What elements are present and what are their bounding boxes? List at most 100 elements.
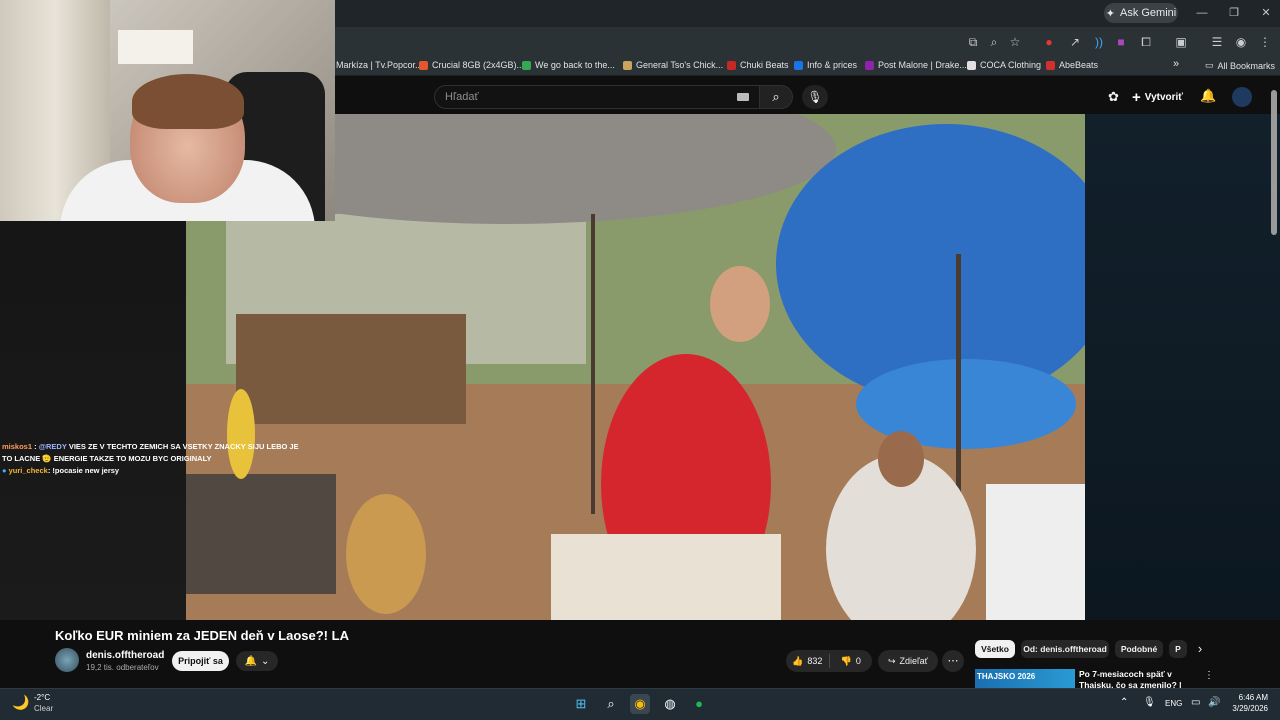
notifications-bell-icon[interactable]: 🔔 — [1200, 88, 1216, 104]
plus-icon: + — [1132, 88, 1141, 106]
page-scrollbar[interactable] — [1271, 90, 1277, 235]
join-button[interactable]: Pripojiť sa — [172, 651, 229, 671]
volume-icon[interactable]: 🔊 — [1208, 697, 1220, 708]
chip-from-channel[interactable]: Od: denis.offtheroad — [1021, 640, 1109, 658]
extension-purple-icon[interactable]: ■ — [1112, 34, 1130, 50]
dislike-button[interactable]: 👎 0 — [830, 656, 873, 667]
thumbs-down-icon: 👎 — [840, 655, 852, 666]
stream-chat-overlay: miskos1 : @REDY VIES ZE V TECHTO ZEMICH … — [2, 441, 302, 477]
bookmark-item[interactable]: We go back to the... — [522, 60, 615, 70]
obs-icon[interactable]: ◍ — [660, 694, 680, 714]
gemini-sparkle-icon: ✦ — [1105, 7, 1115, 20]
bookmark-item[interactable]: COCA Clothing — [967, 60, 1041, 70]
extension-arrow-icon[interactable]: ↗ — [1066, 34, 1084, 50]
account-avatar[interactable] — [1232, 87, 1252, 107]
chat-mention: @REDY — [38, 442, 67, 451]
windows-start-icon[interactable]: ⊞ — [571, 694, 591, 714]
bell-icon: 🔔 — [244, 655, 258, 667]
media-controls-icon[interactable]: ☰ — [1208, 34, 1226, 50]
input-language[interactable]: ENG — [1165, 699, 1182, 708]
bookmark-favicon-icon — [1046, 60, 1055, 70]
channel-avatar[interactable] — [55, 648, 79, 672]
subscriber-count: 19,2 tis. odberateľov — [86, 663, 159, 672]
restore-icon[interactable]: ❐ — [1224, 5, 1244, 21]
chevron-down-icon: ⌄ — [261, 655, 270, 667]
create-button[interactable]: + Vytvoriť — [1132, 87, 1183, 107]
bookmark-favicon-icon — [865, 60, 874, 70]
side-panel-icon[interactable]: ▣ — [1172, 34, 1190, 50]
all-bookmarks-button[interactable]: ▭ All Bookmarks — [1205, 60, 1275, 71]
share-button[interactable]: ↪ Zdieľať — [878, 650, 938, 672]
right-panel-background — [1085, 114, 1280, 620]
microphone-icon: 🎙 — [807, 90, 823, 104]
channel-name[interactable]: denis.offtheroad — [86, 650, 164, 661]
ask-gemini-button[interactable]: ✦ Ask Gemini — [1104, 3, 1178, 23]
bookmark-item[interactable]: Chuki Beats — [727, 60, 789, 70]
chat-text: : !pocasie new jersy — [47, 466, 120, 475]
zoom-icon[interactable]: ⌕ — [985, 34, 1003, 50]
bookmark-favicon-icon — [727, 60, 736, 70]
bookmark-star-icon[interactable]: ☆ — [1006, 34, 1024, 50]
moon-weather-icon[interactable]: 🌙 — [12, 694, 29, 711]
chat-username: miskos1 — [2, 442, 33, 451]
like-button[interactable]: 👍 832 — [786, 656, 829, 667]
webcam-overlay — [0, 0, 335, 221]
folder-icon: ▭ — [1205, 60, 1214, 70]
spotify-icon[interactable]: ● — [689, 694, 709, 714]
chip-partial[interactable]: P — [1169, 640, 1187, 658]
search-button[interactable]: ⌕ — [759, 85, 793, 109]
extensions-puzzle-icon[interactable]: ⧠ — [1137, 34, 1155, 50]
share-arrow-icon: ↪ — [887, 655, 896, 666]
taskbar-search-icon[interactable]: ⌕ — [601, 694, 621, 714]
cast-icon[interactable]: ⧉ — [964, 34, 982, 50]
weather-description[interactable]: Clear — [34, 704, 53, 713]
recommended-video-title[interactable]: Po 7-mesiacoch späť v Thajsku, čo sa zme… — [1079, 669, 1204, 688]
chip-related[interactable]: Podobné — [1115, 640, 1163, 658]
bookmark-favicon-icon — [967, 60, 976, 70]
browser-menu-icon[interactable]: ⋮ — [1256, 34, 1274, 50]
bookmark-item[interactable]: Markíza | Tv.Popcor... — [336, 60, 423, 70]
more-dots-icon: ⋯ — [947, 655, 959, 667]
thumbs-up-icon: 👍 — [792, 655, 804, 666]
video-title: Koľko EUR miniem za JEDEN deň v Laose?! … — [55, 628, 349, 643]
webcam-person-hair — [132, 74, 244, 129]
search-input[interactable]: Hľadať — [434, 85, 760, 109]
webcam-shelf — [118, 30, 193, 64]
voice-search-button[interactable]: 🎙 — [802, 85, 828, 109]
minimize-icon[interactable]: — — [1192, 5, 1212, 21]
weather-temperature[interactable]: -2°C — [34, 693, 50, 702]
chat-message: miskos1 : @REDY VIES ZE V TECHTO ZEMICH … — [2, 442, 299, 463]
chat-message: ● yuri_check: !pocasie new jersy — [2, 465, 302, 477]
chevron-right-icon[interactable]: › — [1190, 640, 1210, 658]
keyboard-icon[interactable] — [737, 93, 749, 101]
profile-avatar-icon[interactable]: ◉ — [1232, 34, 1250, 50]
bookmark-favicon-icon — [623, 60, 632, 70]
more-vert-icon[interactable]: ⋮ — [1204, 670, 1214, 681]
bookmark-item[interactable]: General Tso's Chick... — [623, 60, 723, 70]
microphone-tray-icon[interactable]: 🎙 — [1143, 697, 1156, 708]
extension-wave-icon[interactable]: )) — [1090, 34, 1108, 50]
bookmark-item[interactable]: Info & prices — [794, 60, 857, 70]
clock-time[interactable]: 6:46 AM — [1222, 693, 1268, 702]
search-icon: ⌕ — [772, 89, 780, 104]
bookmarks-overflow-button[interactable]: » — [1173, 58, 1179, 70]
network-icon[interactable]: ▭ — [1191, 697, 1200, 708]
subscription-bell-button[interactable]: 🔔 ⌄ — [236, 651, 278, 671]
bookmark-item[interactable]: Crucial 8GB (2x4GB)... — [419, 60, 524, 70]
chrome-icon[interactable]: ◉ — [630, 694, 650, 714]
close-icon[interactable]: ✕ — [1256, 5, 1276, 21]
cast-icon[interactable]: ✿ — [1108, 89, 1119, 105]
extension-red-icon[interactable]: ● — [1040, 34, 1058, 50]
chip-all[interactable]: Všetko — [975, 640, 1015, 658]
ask-gemini-label: Ask Gemini — [1119, 7, 1177, 19]
tray-overflow-icon[interactable]: ⌃ — [1120, 697, 1128, 708]
bookmark-item[interactable]: AbeBeats — [1046, 60, 1098, 70]
bookmark-favicon-icon — [419, 60, 428, 70]
clock-date[interactable]: 3/29/2026 — [1222, 704, 1268, 713]
more-actions-button[interactable]: ⋯ — [942, 650, 964, 672]
bookmark-favicon-icon — [794, 60, 803, 70]
chat-username: yuri_check — [8, 466, 48, 475]
like-dislike-group: 👍 832 👎 0 — [786, 650, 872, 672]
bookmark-item[interactable]: Post Malone | Drake... — [865, 60, 967, 70]
bookmark-favicon-icon — [522, 60, 531, 70]
